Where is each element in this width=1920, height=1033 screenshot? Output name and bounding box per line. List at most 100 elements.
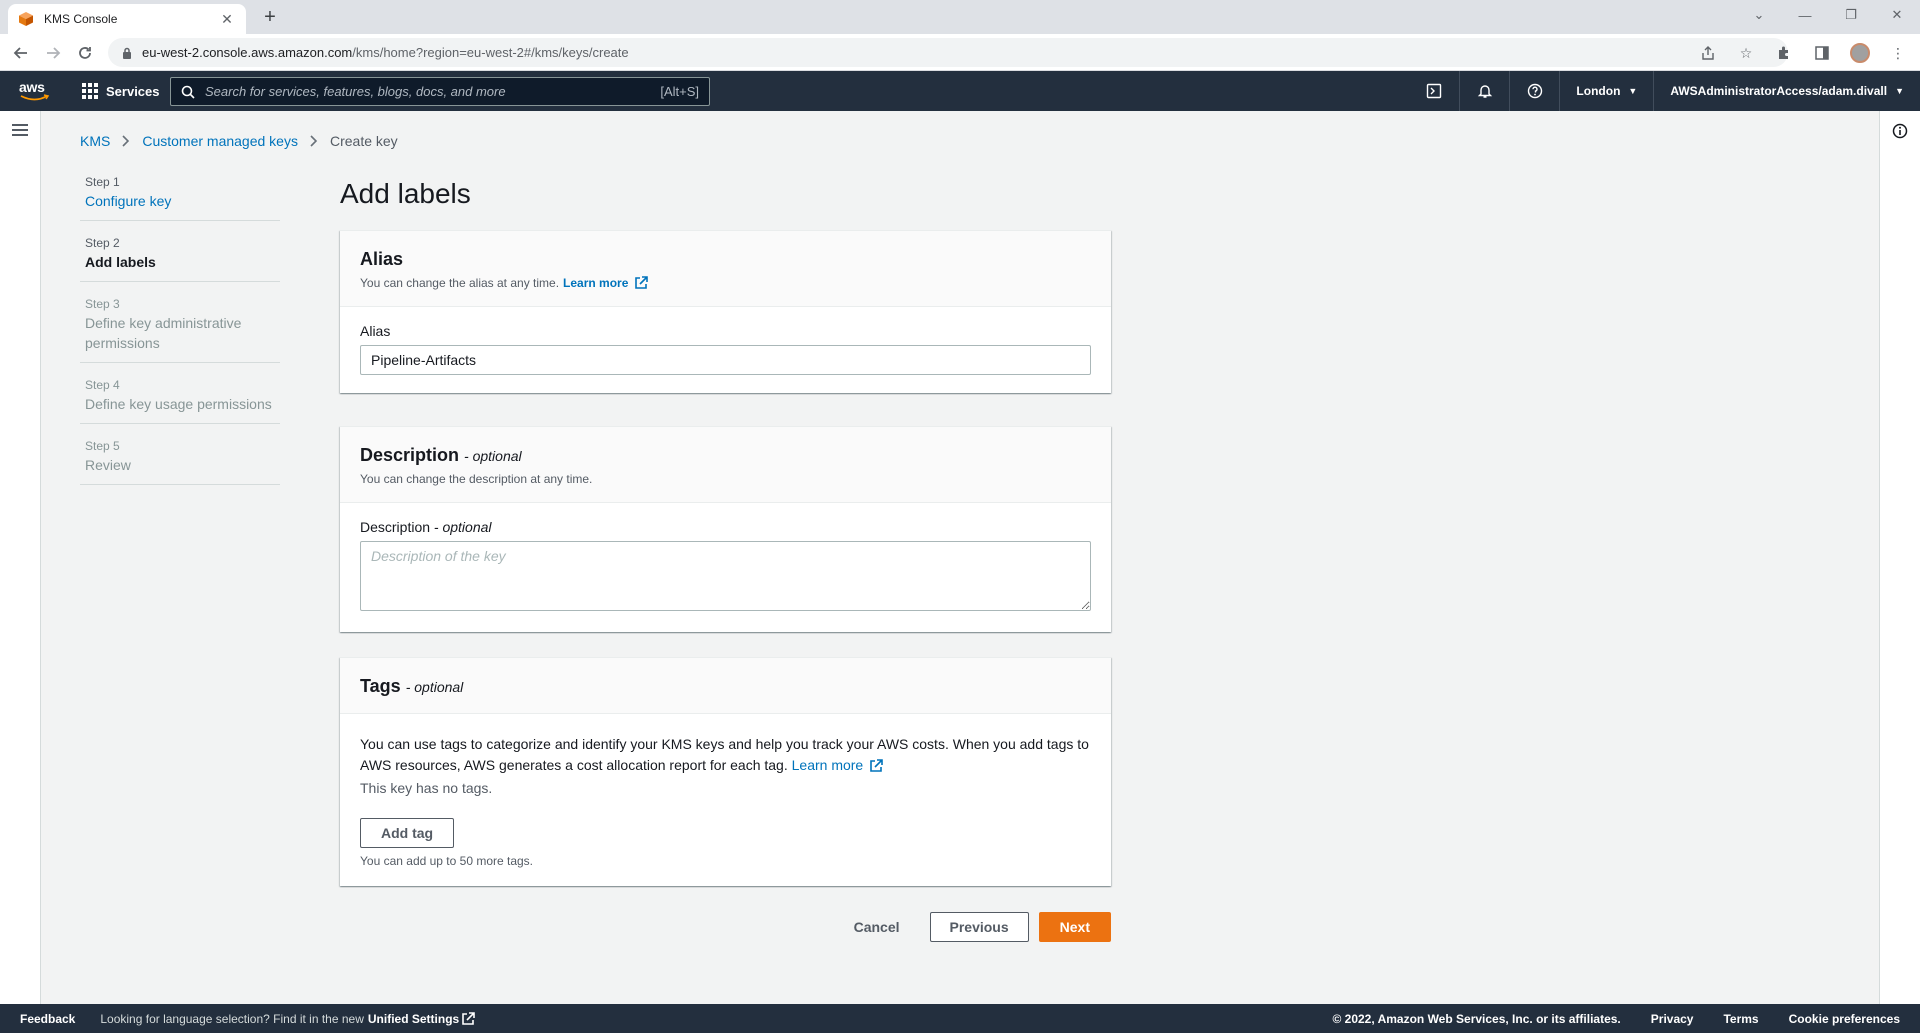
wizard-step-2: Step 2 Add labels	[80, 232, 280, 282]
aws-logo[interactable]: aws	[18, 79, 52, 103]
unified-settings-link[interactable]: Unified Settings	[368, 1011, 476, 1026]
profile-avatar[interactable]	[1848, 41, 1872, 65]
tags-panel-title: Tags - optional	[360, 676, 1091, 697]
step-label[interactable]: Configure key	[85, 191, 275, 211]
next-button[interactable]: Next	[1038, 912, 1111, 942]
description-textarea[interactable]	[360, 541, 1091, 611]
external-link-icon	[461, 1011, 476, 1026]
services-menu[interactable]: Services	[82, 83, 160, 99]
tags-explanation: You can use tags to categorize and ident…	[360, 736, 1089, 773]
alias-panel-title: Alias	[360, 249, 404, 269]
terms-link[interactable]: Terms	[1723, 1012, 1758, 1026]
unified-search[interactable]: [Alt+S]	[170, 77, 710, 106]
step-number: Step 1	[85, 175, 120, 189]
description-panel-title: Description - optional	[360, 445, 1091, 466]
back-icon[interactable]	[8, 40, 34, 66]
alias-learn-more-link[interactable]: Learn more	[563, 276, 649, 290]
description-panel-description: You can change the description at any ti…	[360, 472, 593, 486]
step-number: Step 3	[85, 297, 120, 311]
step-number: Step 2	[85, 236, 120, 250]
account-label: AWSAdministratorAccess/adam.divall	[1670, 84, 1888, 98]
aws-logo-text: aws	[19, 79, 45, 95]
forward-icon[interactable]	[40, 40, 66, 66]
alias-panel-description: You can change the alias at any time. Le…	[360, 276, 1091, 290]
browser-tab[interactable]: KMS Console ✕	[8, 4, 246, 34]
browser-toolbar: eu-west-2.console.aws.amazon.com/kms/hom…	[0, 34, 1920, 71]
wizard-steps: Step 1 Configure key Step 2 Add labels S…	[80, 171, 280, 496]
step-label: Add labels	[85, 254, 156, 270]
alias-field-label: Alias	[360, 323, 391, 339]
menu-hamburger-icon[interactable]	[12, 124, 28, 136]
browser-menu-icon[interactable]: ⋮	[1886, 41, 1910, 65]
feedback-link[interactable]: Feedback	[20, 1012, 75, 1026]
copyright-text: © 2022, Amazon Web Services, Inc. or its…	[1332, 1011, 1621, 1026]
caret-down-icon: ▼	[1628, 86, 1638, 96]
close-window-icon[interactable]: ✕	[1874, 7, 1920, 23]
description-panel-body: Description - optional	[340, 503, 1111, 632]
privacy-link[interactable]: Privacy	[1651, 1012, 1694, 1026]
window-controls: ⌄ — ❐ ✕	[1736, 0, 1920, 30]
add-tag-row: Add tag	[360, 818, 1091, 848]
tags-limit-hint: You can add up to 50 more tags.	[360, 854, 534, 868]
step-label: Define key administrative permissions	[85, 315, 242, 351]
region-label: London	[1576, 84, 1621, 98]
wizard-step-5: Step 5 Review	[80, 435, 280, 485]
description-panel: Description - optional You can change th…	[340, 426, 1111, 632]
wizard-step-1[interactable]: Step 1 Configure key	[80, 171, 280, 221]
side-panel-icon[interactable]	[1810, 41, 1834, 65]
notifications-bell-icon[interactable]	[1459, 71, 1509, 111]
alias-input[interactable]	[360, 345, 1091, 375]
wizard-step-3: Step 3 Define key administrative permiss…	[80, 293, 280, 363]
console-footer: Feedback Looking for language selection?…	[0, 1004, 1920, 1033]
alias-panel-body: Alias	[340, 307, 1111, 393]
extensions-icon[interactable]	[1772, 41, 1796, 65]
breadcrumb: KMS Customer managed keys Create key	[80, 133, 398, 149]
tools-rail	[1879, 111, 1920, 1004]
cookie-preferences-link[interactable]: Cookie preferences	[1789, 1012, 1900, 1026]
footer-links: © 2022, Amazon Web Services, Inc. or its…	[1332, 1004, 1900, 1033]
aws-top-nav: aws Services [Alt+S] London ▼ AWSAdminis…	[0, 71, 1920, 111]
optional-label: - optional	[464, 448, 522, 464]
breadcrumb-customer-managed-keys[interactable]: Customer managed keys	[142, 133, 298, 149]
browser-actions: ☆ ⋮	[1696, 40, 1910, 66]
add-tag-button[interactable]: Add tag	[360, 818, 455, 848]
tags-learn-more-link[interactable]: Learn more	[792, 755, 884, 776]
info-icon[interactable]	[1892, 123, 1908, 139]
share-icon[interactable]	[1696, 41, 1720, 65]
help-icon[interactable]	[1509, 71, 1559, 111]
previous-button[interactable]: Previous	[929, 912, 1029, 942]
tags-title-text: Tags	[360, 676, 401, 696]
restore-icon[interactable]: ❐	[1828, 7, 1874, 23]
minimize-icon[interactable]: —	[1782, 8, 1828, 23]
caret-down-icon: ▼	[1895, 86, 1904, 96]
alias-panel: Alias You can change the alias at any ti…	[340, 230, 1111, 393]
close-tab-icon[interactable]: ✕	[218, 11, 236, 28]
cancel-button[interactable]: Cancel	[834, 912, 920, 942]
learn-more-label: Learn more	[791, 757, 864, 773]
bookmark-star-icon[interactable]: ☆	[1734, 41, 1758, 65]
url-host: eu-west-2.console.aws.amazon.com	[142, 45, 353, 60]
tags-panel-header: Tags - optional	[340, 658, 1111, 714]
cloudshell-icon[interactable]	[1409, 71, 1459, 111]
address-bar[interactable]: eu-west-2.console.aws.amazon.com/kms/hom…	[108, 38, 1788, 67]
breadcrumb-kms[interactable]: KMS	[80, 133, 110, 149]
header-utilities: London ▼ AWSAdministratorAccess/adam.div…	[1409, 71, 1920, 111]
account-menu[interactable]: AWSAdministratorAccess/adam.divall ▼	[1653, 71, 1920, 111]
region-selector[interactable]: London ▼	[1559, 71, 1653, 111]
external-link-icon	[869, 758, 884, 773]
tab-title: KMS Console	[44, 12, 118, 26]
reload-icon[interactable]	[72, 40, 98, 66]
new-tab-icon[interactable]: +	[258, 5, 282, 29]
search-input[interactable]	[205, 84, 661, 99]
language-notice-text: Looking for language selection? Find it …	[100, 1011, 364, 1026]
step-label: Review	[85, 457, 131, 473]
breadcrumb-current: Create key	[329, 133, 398, 149]
chevron-right-icon	[310, 135, 318, 147]
language-notice: Looking for language selection? Find it …	[100, 1011, 476, 1026]
lock-icon[interactable]	[122, 47, 132, 59]
tab-search-icon[interactable]: ⌄	[1736, 7, 1782, 23]
chevron-right-icon	[122, 135, 130, 147]
tags-panel-body: You can use tags to categorize and ident…	[340, 714, 1111, 886]
url-path: /kms/home?region=eu-west-2#/kms/keys/cre…	[352, 45, 629, 60]
aws-smile-icon	[20, 94, 50, 101]
